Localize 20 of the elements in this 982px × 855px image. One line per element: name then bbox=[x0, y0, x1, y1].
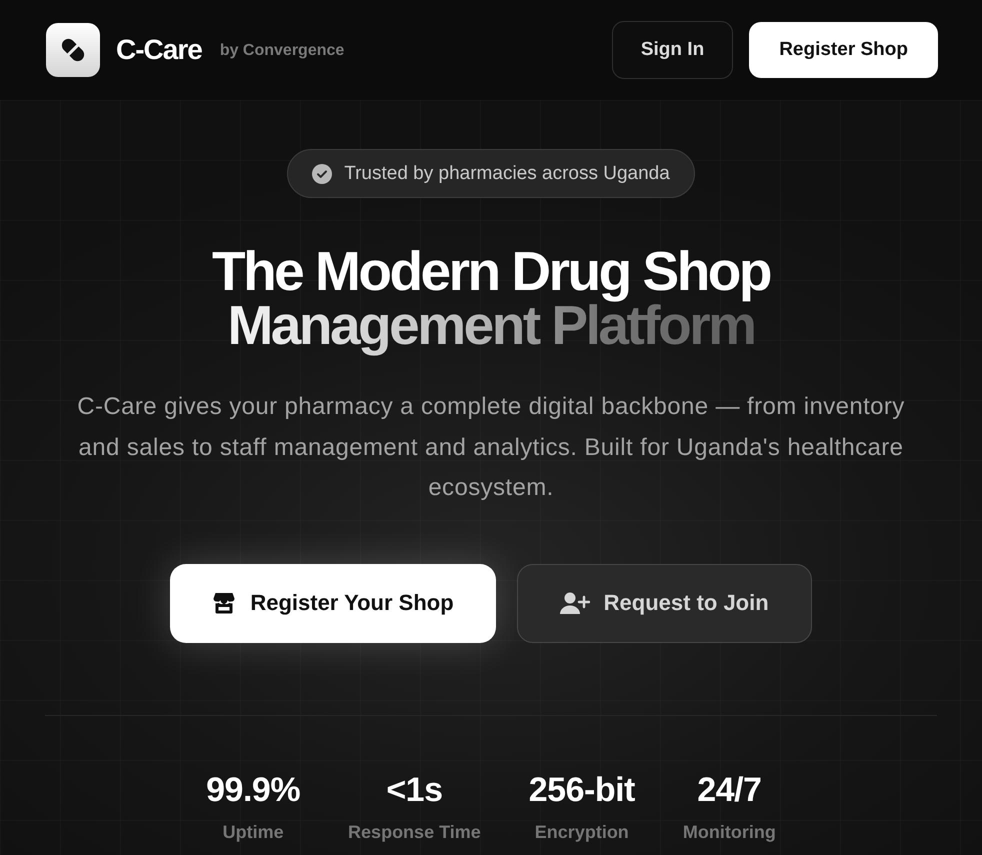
check-circle-icon bbox=[312, 164, 332, 184]
stat-value: 256-bit bbox=[528, 770, 635, 810]
stat-value: 24/7 bbox=[697, 770, 762, 810]
stat-value: 99.9% bbox=[206, 770, 300, 810]
user-plus-icon bbox=[560, 591, 590, 615]
description-text: C-Care gives your pharmacy a complete digital backbone — from inventory and sales to staff management and analytics. Built for Uganda's healthcare ecosystem. bbox=[76, 392, 906, 503]
pill-icon bbox=[46, 23, 100, 77]
stat-value: <1s bbox=[386, 770, 442, 810]
register-shop-button[interactable]: Register Shop bbox=[749, 22, 938, 78]
brand-tagline: by Convergence bbox=[220, 42, 344, 60]
stat-label: Encryption bbox=[534, 820, 629, 844]
badge-text: Trusted by pharmacies across Uganda bbox=[344, 162, 670, 184]
stat-label: Monitoring bbox=[682, 820, 776, 844]
stat-label: Response Time bbox=[348, 820, 481, 844]
stat-label: Uptime bbox=[222, 820, 284, 844]
store-icon bbox=[212, 591, 236, 615]
brand-name: C-Care bbox=[116, 34, 202, 66]
sign-in-button[interactable]: Sign In bbox=[612, 21, 734, 79]
request-to-join-button[interactable]: Request to Join bbox=[516, 564, 812, 642]
register-your-shop-button[interactable]: Register Your Shop bbox=[170, 564, 496, 642]
